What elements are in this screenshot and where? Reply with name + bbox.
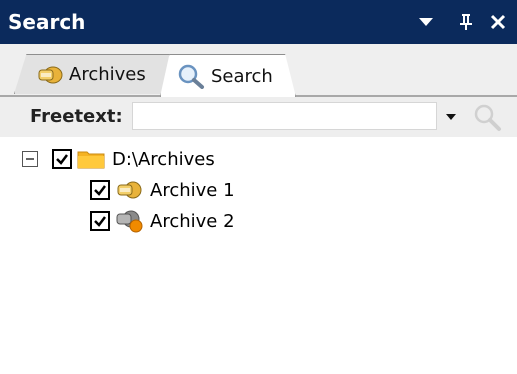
freetext-input[interactable] xyxy=(132,102,437,130)
tree-node-root[interactable]: D:\Archives xyxy=(22,145,215,173)
tab-archives-label: Archives xyxy=(69,64,146,85)
magnifier-icon xyxy=(177,63,205,89)
archive-1-checkbox[interactable] xyxy=(90,180,110,200)
tree-node-archive-2[interactable]: Archive 2 xyxy=(90,207,235,235)
tab-archives[interactable]: Archives xyxy=(14,54,170,94)
tab-strip: Archives Search xyxy=(0,44,517,97)
menu-dropdown-icon[interactable] xyxy=(414,8,438,36)
tree-node-root-label: D:\Archives xyxy=(112,148,215,170)
search-button[interactable] xyxy=(470,101,504,133)
archive-2-checkbox[interactable] xyxy=(90,211,110,231)
tab-search-label: Search xyxy=(211,65,273,87)
panel-title: Search xyxy=(8,10,86,34)
freetext-bar: Freetext: xyxy=(0,97,517,137)
freetext-dropdown-button[interactable] xyxy=(440,103,462,131)
tree-node-archive-1-label: Archive 1 xyxy=(150,179,235,201)
folder-icon xyxy=(76,147,106,171)
search-magnifier-icon xyxy=(474,104,501,131)
pin-icon[interactable] xyxy=(454,8,478,36)
archive-warning-icon xyxy=(114,209,144,233)
tree-node-archive-2-label: Archive 2 xyxy=(150,210,235,232)
root-checkbox[interactable] xyxy=(52,149,72,169)
tree-node-archive-1[interactable]: Archive 1 xyxy=(90,176,235,204)
panel-titlebar: Search xyxy=(0,0,517,44)
archive-tree: D:\Archives Archive 1 Archive 2 xyxy=(0,140,517,374)
collapse-icon[interactable] xyxy=(22,151,38,167)
archive-icon xyxy=(35,65,63,85)
close-icon[interactable] xyxy=(486,8,510,36)
freetext-label: Freetext: xyxy=(30,106,123,127)
archive-icon xyxy=(114,178,144,202)
tab-search[interactable]: Search xyxy=(160,54,296,97)
